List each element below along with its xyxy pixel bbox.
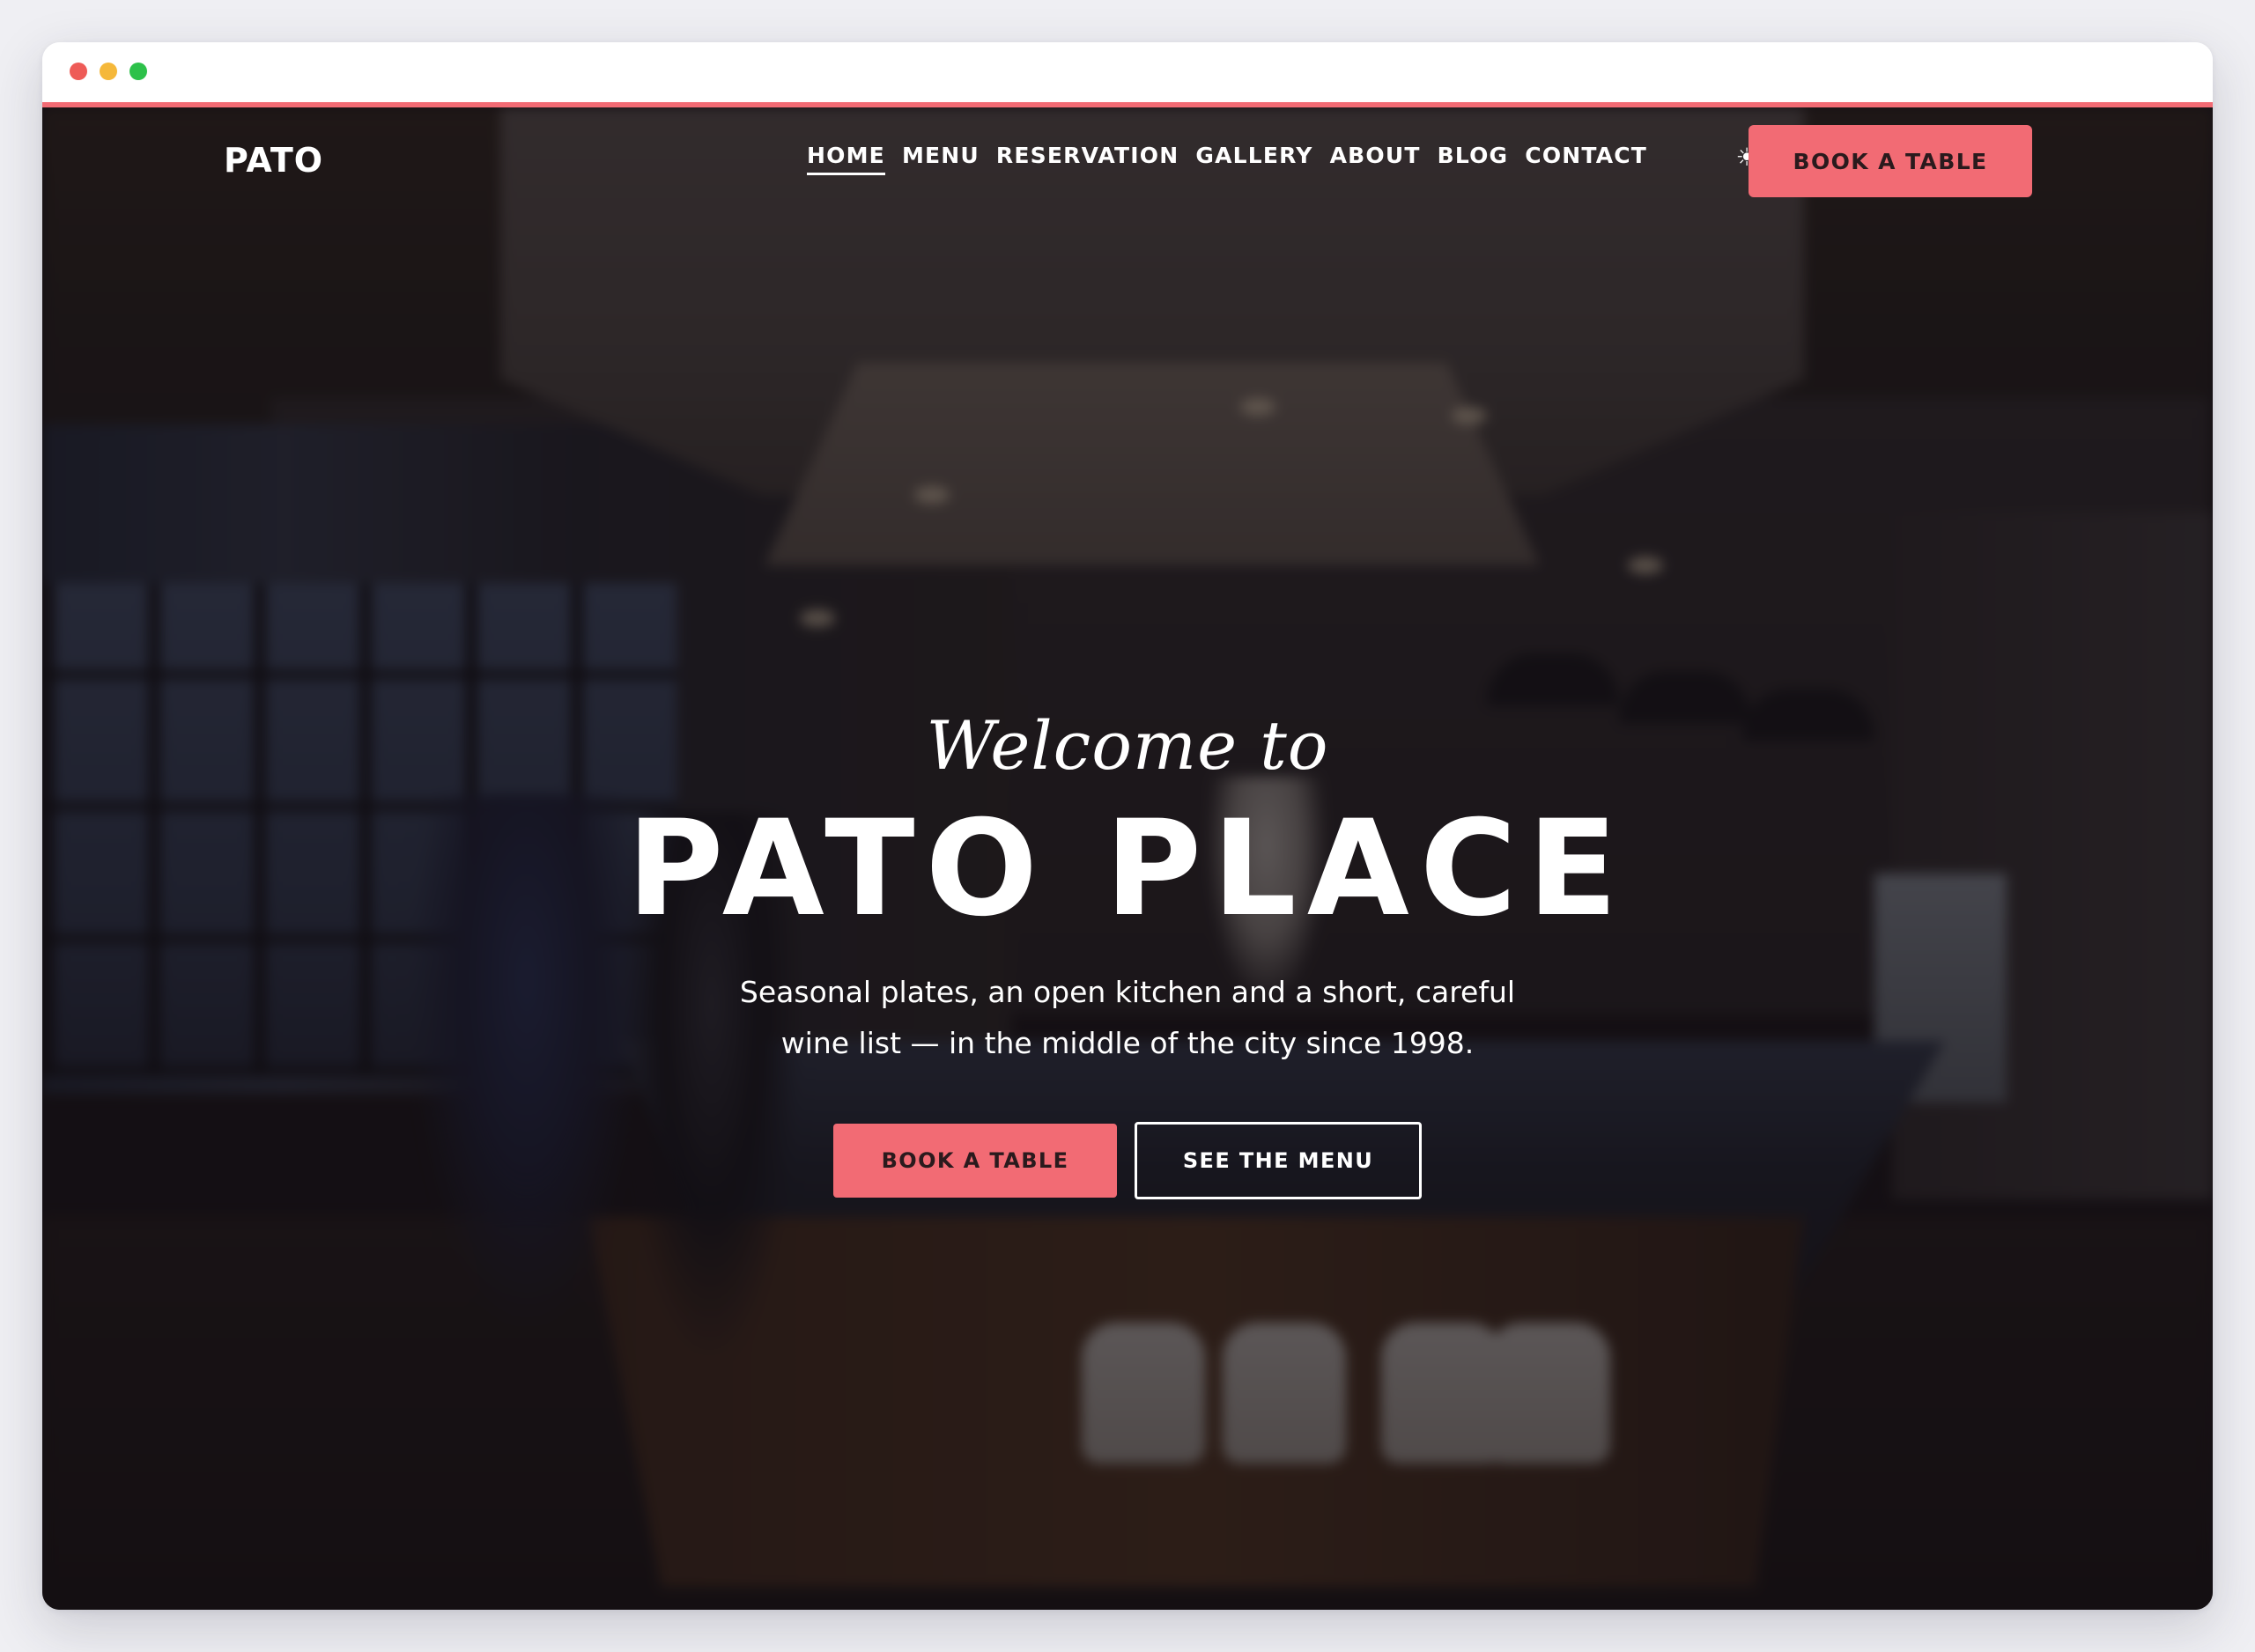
hero-subtitle-line-1: Seasonal plates, an open kitchen and a s… [739,975,1516,1009]
nav-item-about[interactable]: ABOUT [1330,143,1421,175]
hero-cta-row: BOOK A TABLE SEE THE MENU [833,1122,1422,1199]
nav-links: HOME MENU RESERVATION GALLERY ABOUT BLOG… [807,143,1647,175]
hero-book-table-button[interactable]: BOOK A TABLE [833,1124,1117,1198]
maximize-window-button[interactable] [129,63,147,80]
browser-window: PATO HOME MENU RESERVATION GALLERY ABOUT… [42,42,2213,1610]
nav-item-menu[interactable]: MENU [902,143,980,175]
nav-item-home[interactable]: HOME [807,143,885,175]
hero-subtitle: Seasonal plates, an open kitchen and a s… [729,967,1526,1069]
nav-item-reservation[interactable]: RESERVATION [996,143,1179,175]
nav-item-contact[interactable]: CONTACT [1525,143,1647,175]
close-window-button[interactable] [70,63,87,80]
site-logo[interactable]: PATO [224,141,323,180]
hero-title: PATO PLACE [626,793,1629,946]
hero-section: PATO HOME MENU RESERVATION GALLERY ABOUT… [42,107,2213,1610]
see-menu-button[interactable]: SEE THE MENU [1135,1122,1422,1199]
nav-item-gallery[interactable]: GALLERY [1195,143,1312,175]
hero-eyebrow: Welcome to [926,706,1329,785]
main-navigation: PATO HOME MENU RESERVATION GALLERY ABOUT… [42,107,2213,222]
nav-book-table-button[interactable]: BOOK A TABLE [1749,125,2032,197]
nav-item-blog[interactable]: BLOG [1438,143,1509,175]
minimize-window-button[interactable] [100,63,117,80]
window-titlebar [42,42,2213,102]
hero-subtitle-line-2: wine list — in the middle of the city si… [780,1026,1475,1060]
hero-content: Welcome to PATO PLACE Seasonal plates, a… [42,107,2213,1610]
